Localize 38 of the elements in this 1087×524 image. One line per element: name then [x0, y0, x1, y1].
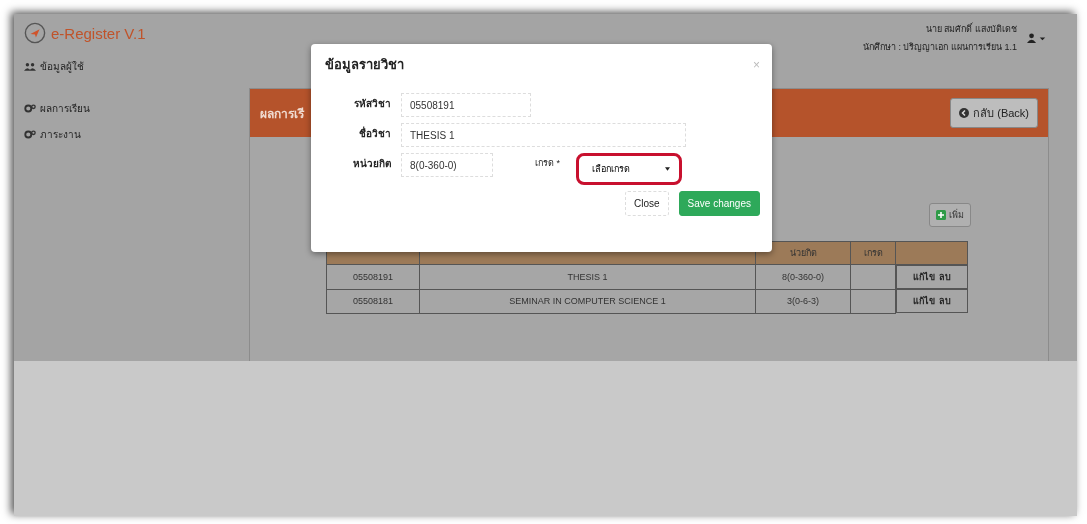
gears-icon	[24, 103, 36, 113]
back-icon	[959, 108, 970, 118]
column-header: น่วยกิต	[755, 241, 851, 265]
sidebar-item[interactable]: ภาระงาน	[24, 124, 249, 144]
field-label: ชื่อวิชา	[358, 125, 391, 141]
plus-icon	[936, 210, 946, 220]
row-action-link[interactable]: แก้ไข	[912, 270, 935, 284]
column-header: เกรด	[850, 241, 896, 265]
user-name: นาย สมศักดิ์ แสงบัติเดช	[926, 22, 1017, 36]
field-label: หน่วยกิต	[352, 157, 391, 171]
sidebar-item[interactable]: ข้อมูลผู้ใช้	[24, 56, 249, 76]
input-field[interactable]: THESIS 1	[401, 123, 686, 147]
caret-icon	[665, 167, 670, 171]
table-cell: 3(0-6-3)	[755, 289, 851, 313]
field-label: รหัสวิชา	[353, 97, 391, 111]
grade-select[interactable]: เลือกเกรด	[582, 159, 676, 179]
row-action-link[interactable]: ลบ	[938, 294, 951, 308]
gears-icon	[24, 129, 36, 139]
panel-title: ผลการเรี	[260, 105, 304, 123]
table-cell: 05508191	[326, 264, 420, 289]
sidebar-item[interactable]: ผลการเรียน	[24, 98, 249, 118]
row-action-link[interactable]: แก้ไข	[912, 294, 935, 308]
back-button[interactable]: กลับ (Back)	[950, 98, 1038, 128]
table-cell: 05508181	[326, 289, 420, 313]
input-field[interactable]: 05508191	[401, 93, 531, 117]
add-button[interactable]: เพิ่ม	[929, 203, 971, 227]
row-action-link[interactable]: ลบ	[938, 270, 951, 284]
paper-plane-icon	[24, 22, 46, 44]
table-cell: THESIS 1	[419, 264, 756, 289]
user-menu-icon[interactable]	[1027, 32, 1047, 44]
table-cell: SEMINAR IN COMPUTER SCIENCE 1	[419, 289, 756, 313]
table-cell: 8(0-360-0)	[755, 264, 851, 289]
input-field[interactable]: 8(0-360-0)	[401, 153, 493, 177]
users-icon	[24, 61, 36, 71]
dialog-title: ข้อมูลรายวิชา	[325, 56, 404, 75]
close-button[interactable]: Close	[625, 191, 669, 216]
field-label: เกรด *	[535, 157, 560, 170]
user-role: นักศึกษา : ปริญญาเอก แผนการเรียน 1.1	[863, 41, 1017, 54]
